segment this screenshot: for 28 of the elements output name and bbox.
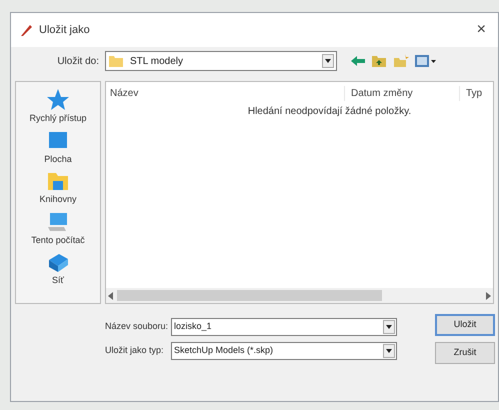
sidebar-item[interactable]: Plocha — [44, 128, 72, 166]
column-header[interactable]: Typ — [459, 86, 493, 100]
cancel-button[interactable]: Zrušit — [435, 342, 495, 364]
column-header[interactable]: Název — [106, 86, 344, 100]
location-dropdown[interactable]: STL modely — [105, 51, 337, 71]
view-menu-icon[interactable] — [415, 54, 437, 68]
star-icon — [46, 88, 70, 112]
window-title: Uložit jako — [39, 22, 90, 38]
field-label: Uložit do: — [56, 54, 99, 68]
sidebar-item[interactable]: Knihovny — [39, 169, 77, 206]
close-button[interactable]: × — [472, 22, 490, 38]
scroll-left-icon[interactable] — [108, 292, 113, 300]
filename-field[interactable]: lozisko_1 — [171, 318, 397, 336]
app-icon — [19, 23, 33, 37]
folder-up-icon[interactable] — [371, 54, 387, 68]
field-label: Název souboru: — [105, 320, 170, 334]
file-type-dropdown[interactable]: SketchUp Models (*.skp) — [171, 342, 397, 360]
scroll-right-icon[interactable] — [486, 292, 491, 300]
scrollbar-thumb[interactable] — [117, 290, 382, 301]
sidebar-item[interactable]: Síť — [46, 250, 70, 288]
field-label: Uložit jako typ: — [105, 344, 165, 358]
sidebar-item[interactable]: Tento počítač — [31, 210, 85, 247]
folder-icon — [108, 54, 124, 68]
empty-message: Hledání neodpovídají žádné položky. — [248, 105, 412, 119]
save-button[interactable]: Uložit — [435, 314, 495, 336]
back-arrow-icon[interactable] — [351, 56, 365, 66]
sidebar-item[interactable]: Rychlý přístup — [29, 88, 87, 126]
column-header[interactable]: Datum změny — [344, 86, 459, 100]
